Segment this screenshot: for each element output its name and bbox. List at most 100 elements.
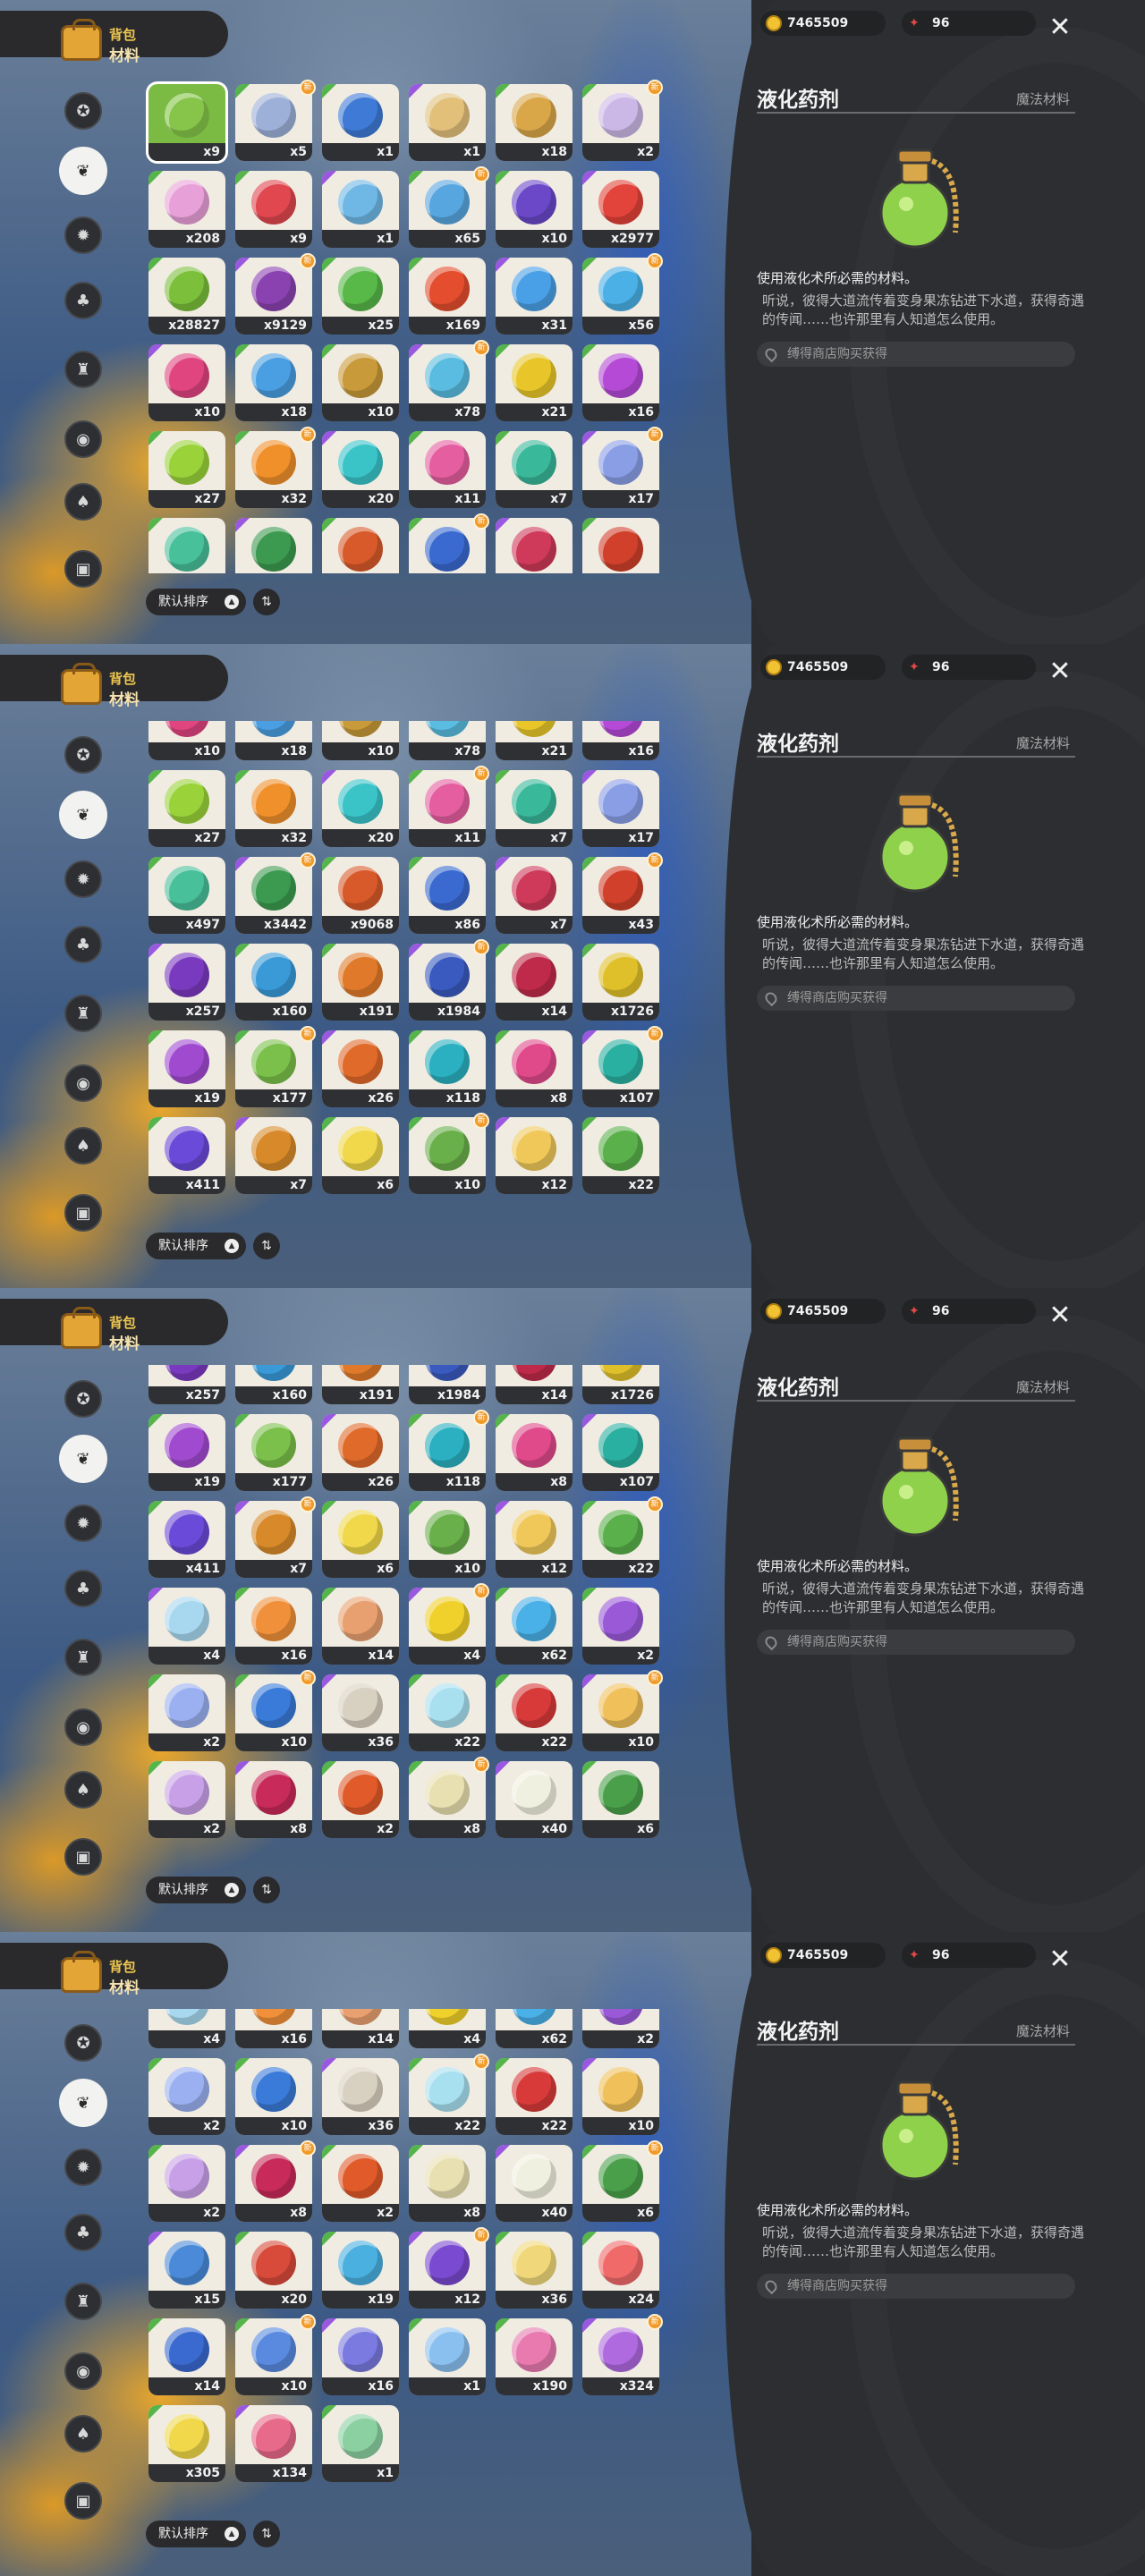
inventory-slot[interactable]: x20 [322, 770, 399, 847]
inventory-slot[interactable]: 新x2 [582, 2009, 659, 2048]
gear-icon[interactable]: ✹ [64, 216, 102, 254]
inventory-slot[interactable]: x7 [496, 518, 572, 573]
inventory-slot[interactable]: 新 x22 [582, 1496, 663, 1578]
inventory-slot[interactable]: x16 [235, 1588, 312, 1665]
inventory-slot[interactable]: x257 [148, 1365, 225, 1404]
inventory-slot[interactable]: x3442 [235, 518, 312, 573]
inventory-slot[interactable]: x8 [496, 1414, 572, 1491]
inventory-slot[interactable]: x62 [496, 2009, 572, 2048]
item-grid[interactable]: x4新x16x14x4x62新x2x2x10x36新x22x22x10x2新x8… [146, 2009, 674, 2505]
star-badge-icon[interactable]: ✪ [64, 1380, 102, 1418]
inventory-slot[interactable]: 新 x56 [582, 253, 663, 335]
inventory-slot[interactable]: x36 [322, 1674, 399, 1751]
inventory-slot[interactable]: 新 x43 [582, 852, 663, 934]
gear-icon[interactable]: ✹ [64, 2148, 102, 2186]
inventory-slot[interactable]: x2 [148, 1761, 225, 1838]
chest-icon[interactable]: ▣ [64, 2482, 102, 2520]
acorn-icon[interactable]: ♠ [64, 1771, 102, 1809]
star-badge-icon[interactable]: ✪ [64, 2024, 102, 2062]
inventory-slot[interactable]: x18 [235, 344, 312, 421]
sprout-icon[interactable]: ♣ [64, 926, 102, 963]
inventory-slot[interactable]: x12 [496, 1501, 572, 1578]
inventory-slot[interactable]: 新x1726 [582, 1365, 659, 1404]
inventory-slot[interactable]: x14 [496, 1365, 572, 1404]
inventory-slot[interactable]: 新 x78 [409, 340, 489, 421]
inventory-slot[interactable]: x190 [496, 2318, 572, 2395]
inventory-slot[interactable]: x4 [409, 2009, 486, 2048]
inventory-slot[interactable]: x86 [409, 857, 486, 934]
cup-icon[interactable]: ♜ [64, 2283, 102, 2320]
inventory-slot[interactable]: x14 [322, 1588, 399, 1665]
inventory-slot[interactable]: x10 [148, 721, 225, 760]
gear-icon[interactable]: ✹ [64, 860, 102, 898]
inventory-slot[interactable]: x19 [322, 2232, 399, 2309]
inventory-slot[interactable]: 新 x17 [582, 427, 663, 508]
inventory-slot[interactable]: x10 [322, 721, 399, 760]
inventory-slot[interactable]: x6 [322, 1501, 399, 1578]
sort-dropdown[interactable]: 默认排序 ▲ [146, 1877, 246, 1903]
inventory-slot[interactable]: x1 [322, 171, 399, 248]
inventory-slot[interactable]: x26 [322, 1030, 399, 1107]
inventory-slot[interactable]: x16 [582, 344, 659, 421]
sort-toggle-button[interactable]: ⇅ [253, 589, 280, 615]
inventory-slot[interactable]: 新 x65 [409, 166, 489, 248]
inventory-slot[interactable]: x14 [148, 2318, 225, 2395]
inventory-slot[interactable]: x169 [409, 258, 486, 335]
inventory-slot[interactable]: x15 [148, 2232, 225, 2309]
inventory-slot[interactable]: 新x86 [409, 513, 489, 573]
inventory-slot[interactable]: x6 [582, 1761, 659, 1838]
inventory-slot[interactable]: x2 [148, 2145, 225, 2222]
acorn-icon[interactable]: ♠ [64, 2415, 102, 2453]
inventory-slot[interactable]: x22 [496, 1674, 572, 1751]
inventory-slot[interactable]: x7 [235, 1117, 312, 1194]
gear-icon[interactable]: ✹ [64, 1504, 102, 1542]
inventory-slot[interactable]: x18 [496, 84, 572, 161]
orb-icon[interactable]: ◉ [64, 1064, 102, 1102]
inventory-slot[interactable]: 新 x4 [409, 1583, 489, 1665]
inventory-slot[interactable]: x16 [322, 2318, 399, 2395]
item-grid[interactable]: x9 新 x5 x1 x1 x18 新 x2 x208 x9 x1 新 x65 x10 x2977 x2882… [146, 77, 674, 573]
inventory-slot[interactable]: 新 x10 [235, 2314, 316, 2395]
chest-icon[interactable]: ▣ [64, 1838, 102, 1876]
acorn-icon[interactable]: ♠ [64, 483, 102, 521]
inventory-slot[interactable]: 新 x324 [582, 2314, 663, 2395]
close-button[interactable]: ✕ [1045, 13, 1075, 43]
item-grid[interactable]: x10新x18x10x78x21新x16x27x32x20新x11x7x17x4… [146, 721, 674, 1217]
inventory-slot[interactable]: x19 [148, 1030, 225, 1107]
inventory-slot[interactable]: x21 [496, 721, 572, 760]
inventory-slot[interactable]: x17 [582, 770, 659, 847]
item-grid[interactable]: x257新x160x191x1984x14新x1726x19x177x26新x1… [146, 1365, 674, 1861]
inventory-slot[interactable]: x177 [235, 1414, 312, 1491]
inventory-slot[interactable]: x2 [322, 2145, 399, 2222]
inventory-slot[interactable]: x305 [148, 2405, 225, 2482]
inventory-slot[interactable]: x1 [322, 2405, 399, 2482]
cup-icon[interactable]: ♜ [64, 351, 102, 388]
inventory-slot[interactable]: x9 [235, 171, 312, 248]
sort-dropdown[interactable]: 默认排序 ▲ [146, 589, 246, 615]
inventory-slot[interactable]: x78 [409, 721, 486, 760]
cup-icon[interactable]: ♜ [64, 995, 102, 1032]
orb-icon[interactable]: ◉ [64, 2352, 102, 2390]
inventory-slot[interactable]: x10 [496, 171, 572, 248]
inventory-slot[interactable]: x160 [235, 944, 312, 1021]
sprout-icon[interactable]: ♣ [64, 2214, 102, 2251]
sprout-icon[interactable]: ♣ [64, 1570, 102, 1607]
inventory-slot[interactable]: x2 [148, 1674, 225, 1751]
inventory-slot[interactable]: 新x160 [235, 1365, 312, 1404]
inventory-slot[interactable]: x19 [148, 1414, 225, 1491]
chest-icon[interactable]: ▣ [64, 550, 102, 588]
inventory-slot[interactable]: 新x16 [582, 721, 659, 760]
inventory-slot[interactable]: 新 x8 [409, 1757, 489, 1838]
inventory-slot[interactable]: x31 [496, 258, 572, 335]
inventory-slot[interactable]: 新 x32 [235, 427, 316, 508]
inventory-slot[interactable]: x497 [148, 857, 225, 934]
inventory-slot[interactable]: 新 x107 [582, 1026, 663, 1107]
leaf-icon[interactable]: ❦ [59, 791, 107, 839]
inventory-slot[interactable]: x40 [496, 2145, 572, 2222]
inventory-slot[interactable]: x22 [582, 1117, 659, 1194]
leaf-icon[interactable]: ❦ [59, 147, 107, 195]
inventory-slot[interactable]: 新 x118 [409, 1410, 489, 1491]
inventory-slot[interactable]: x411 [148, 1117, 225, 1194]
inventory-slot[interactable]: x6 [322, 1117, 399, 1194]
inventory-slot[interactable]: x21 [496, 344, 572, 421]
